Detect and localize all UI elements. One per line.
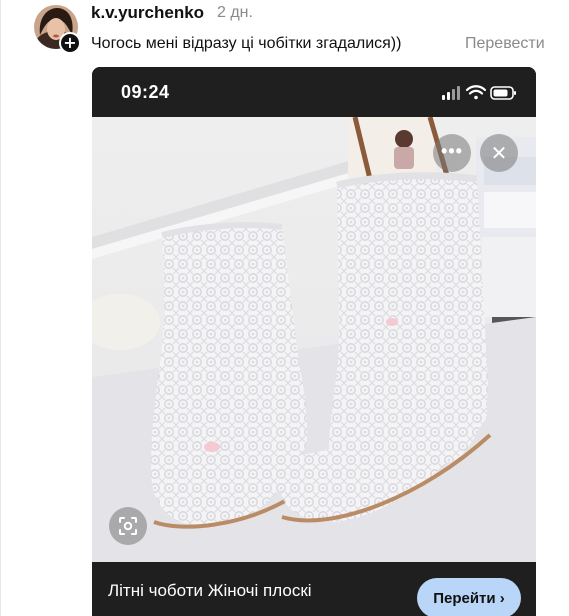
lens-icon — [119, 517, 137, 535]
battery-icon — [490, 86, 516, 100]
follow-plus-icon[interactable]: + — [59, 32, 81, 54]
go-button[interactable]: Перейти › — [417, 578, 521, 616]
attached-screenshot[interactable]: 09:24 ••• ✕ Літні чоботи Жіночі плоскі П… — [92, 67, 536, 616]
close-button[interactable]: ✕ — [480, 134, 518, 172]
translate-link[interactable]: Перевести — [465, 35, 545, 53]
close-icon: ✕ — [490, 141, 508, 165]
phone-status-bar: 09:24 — [92, 67, 536, 117]
product-caption-bar: Літні чоботи Жіночі плоскі Перейти › — [92, 562, 536, 616]
comment-text: Чогось мені відразу ці чобітки згадалися… — [91, 35, 402, 52]
divider — [0, 0, 1, 616]
signal-icon — [442, 86, 460, 100]
username[interactable]: k.v.yurchenko — [91, 3, 204, 23]
wifi-icon — [465, 85, 487, 100]
more-options-button[interactable]: ••• — [433, 134, 471, 172]
visual-search-button[interactable] — [109, 507, 147, 545]
comment-thread: + k.v.yurchenko 2 дн. Чогось мені відраз… — [0, 0, 569, 616]
status-time: 09:24 — [121, 82, 170, 102]
product-photo[interactable] — [92, 117, 536, 562]
product-caption: Літні чоботи Жіночі плоскі — [108, 581, 312, 600]
status-icons — [440, 83, 520, 103]
timestamp: 2 дн. — [217, 4, 253, 21]
more-icon: ••• — [441, 141, 463, 161]
